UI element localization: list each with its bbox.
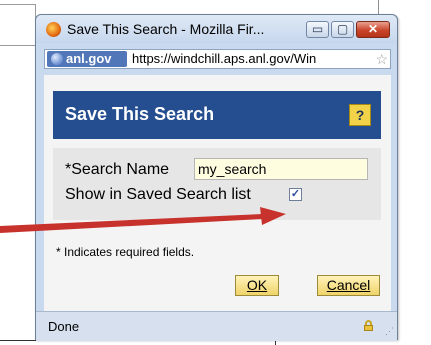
show-saved-label: Show in Saved Search list — [65, 186, 251, 203]
url-text: https://windchill.aps.anl.gov/Win — [132, 51, 317, 66]
dialog-header: Save This Search ? — [53, 91, 381, 139]
ok-button-label: OK — [246, 277, 268, 293]
window-title: Save This Search - Mozilla Fir... — [67, 21, 265, 37]
globe-icon — [51, 53, 63, 65]
address-bar[interactable]: anl.gov https://windchill.aps.anl.gov/Wi… — [44, 49, 391, 69]
cancel-button-label: Cancel — [326, 277, 371, 293]
status-bar: Done ⋰ — [36, 311, 397, 341]
title-bar[interactable]: Save This Search - Mozilla Fir... ▭ ▢ ✕ — [36, 15, 397, 43]
browser-popup-window: Save This Search - Mozilla Fir... ▭ ▢ ✕ … — [35, 14, 398, 341]
show-saved-checkbox[interactable]: ✓ — [289, 188, 302, 201]
background-box-top — [0, 4, 36, 46]
resize-grip-icon[interactable]: ⋰ — [385, 326, 394, 337]
ok-button[interactable]: OK — [235, 275, 279, 296]
required-fields-note: * Indicates required fields. — [56, 245, 195, 259]
search-name-input[interactable] — [194, 158, 368, 180]
help-button[interactable]: ? — [349, 104, 371, 126]
cancel-button[interactable]: Cancel — [317, 275, 380, 296]
form-panel: *Search Name Show in Saved Search list ✓ — [53, 148, 381, 220]
close-button[interactable]: ✕ — [356, 21, 390, 38]
bookmark-star-icon[interactable]: ☆ — [375, 50, 388, 68]
site-identity-badge[interactable]: anl.gov — [47, 51, 127, 67]
dialog-title: Save This Search — [65, 104, 215, 124]
firefox-icon — [46, 22, 61, 37]
search-name-label: *Search Name — [65, 161, 170, 178]
minimize-button[interactable]: ▭ — [306, 21, 329, 38]
maximize-button[interactable]: ▢ — [331, 21, 354, 38]
lock-icon — [364, 320, 373, 331]
site-identity-label: anl.gov — [66, 51, 112, 66]
status-text: Done — [48, 319, 80, 334]
dialog-content: Save This Search ? *Search Name Show in … — [44, 75, 391, 312]
